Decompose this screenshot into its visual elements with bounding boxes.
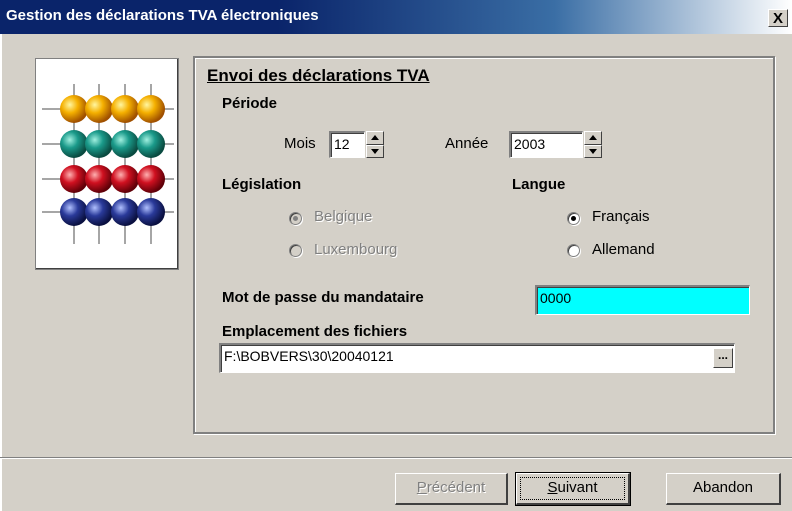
francais-label[interactable]: Français bbox=[592, 208, 650, 225]
previous-label: récédent bbox=[426, 479, 486, 496]
annee-up-button[interactable] bbox=[584, 131, 602, 145]
arrow-down-icon bbox=[589, 148, 597, 154]
allemand-radio[interactable] bbox=[567, 244, 580, 257]
mois-spinner[interactable] bbox=[366, 131, 384, 158]
teal-ball-icon bbox=[85, 130, 113, 158]
luxembourg-label[interactable]: Luxembourg bbox=[314, 241, 397, 258]
location-input[interactable]: F:\BOBVERS\30\20040121 bbox=[219, 343, 735, 373]
password-label: Mot de passe du mandataire bbox=[222, 289, 424, 306]
previous-accel: P bbox=[416, 479, 427, 496]
teal-ball-icon bbox=[137, 130, 165, 158]
teal-ball-icon bbox=[60, 130, 88, 158]
previous-button[interactable]: Précédent bbox=[395, 473, 508, 505]
next-button[interactable]: Suivant bbox=[515, 472, 631, 506]
luxembourg-radio[interactable] bbox=[289, 244, 302, 257]
blue-ball-icon bbox=[60, 198, 88, 226]
password-input[interactable]: 0000 bbox=[535, 285, 750, 315]
annee-input[interactable]: 2003 bbox=[509, 131, 583, 158]
belgique-label[interactable]: Belgique bbox=[314, 208, 372, 225]
abacus-logo-icon bbox=[42, 84, 174, 244]
location-label: Emplacement des fichiers bbox=[222, 323, 408, 340]
blue-ball-row bbox=[60, 198, 165, 226]
yellow-ball-row bbox=[60, 95, 165, 123]
radio-selected-dot bbox=[293, 216, 298, 221]
mois-label: Mois bbox=[284, 135, 316, 152]
blue-ball-icon bbox=[85, 198, 113, 226]
arrow-up-icon bbox=[589, 135, 597, 140]
legislation-label: Législation bbox=[222, 176, 302, 193]
yellow-ball-icon bbox=[137, 95, 165, 123]
red-ball-icon bbox=[85, 165, 113, 193]
section-title: Envoi des déclarations TVA bbox=[207, 66, 430, 85]
arrow-down-icon bbox=[371, 148, 379, 154]
radio-selected-dot bbox=[571, 216, 576, 221]
red-ball-icon bbox=[137, 165, 165, 193]
periode-label: Période bbox=[222, 95, 278, 112]
dialog-window: Gestion des déclarations TVA électroniqu… bbox=[0, 0, 792, 511]
cancel-button[interactable]: Abandon bbox=[666, 473, 781, 505]
teal-ball-icon bbox=[111, 130, 139, 158]
window-title: Gestion des déclarations TVA électroniqu… bbox=[6, 7, 319, 24]
mois-up-button[interactable] bbox=[366, 131, 384, 145]
annee-label: Année bbox=[445, 135, 489, 152]
belgique-radio[interactable] bbox=[289, 212, 302, 225]
yellow-ball-icon bbox=[60, 95, 88, 123]
annee-down-button[interactable] bbox=[584, 144, 602, 158]
mois-input[interactable]: 12 bbox=[329, 131, 365, 158]
yellow-ball-icon bbox=[111, 95, 139, 123]
browse-button[interactable]: ... bbox=[713, 348, 733, 368]
focus-rect bbox=[520, 477, 625, 500]
teal-ball-row bbox=[60, 130, 165, 158]
langue-label: Langue bbox=[512, 176, 566, 193]
red-ball-icon bbox=[60, 165, 88, 193]
content-panel bbox=[193, 56, 775, 434]
arrow-up-icon bbox=[371, 135, 379, 140]
annee-spinner[interactable] bbox=[584, 131, 602, 158]
red-ball-row bbox=[60, 165, 165, 193]
close-button[interactable]: X bbox=[768, 9, 788, 27]
red-ball-icon bbox=[111, 165, 139, 193]
title-bar[interactable]: Gestion des déclarations TVA électroniqu… bbox=[0, 0, 792, 34]
blue-ball-icon bbox=[111, 198, 139, 226]
footer-divider-highlight bbox=[0, 458, 792, 459]
blue-ball-icon bbox=[137, 198, 165, 226]
francais-radio[interactable] bbox=[567, 212, 580, 225]
yellow-ball-icon bbox=[85, 95, 113, 123]
abacus-logo bbox=[35, 58, 179, 270]
mois-down-button[interactable] bbox=[366, 144, 384, 158]
allemand-label[interactable]: Allemand bbox=[592, 241, 655, 258]
